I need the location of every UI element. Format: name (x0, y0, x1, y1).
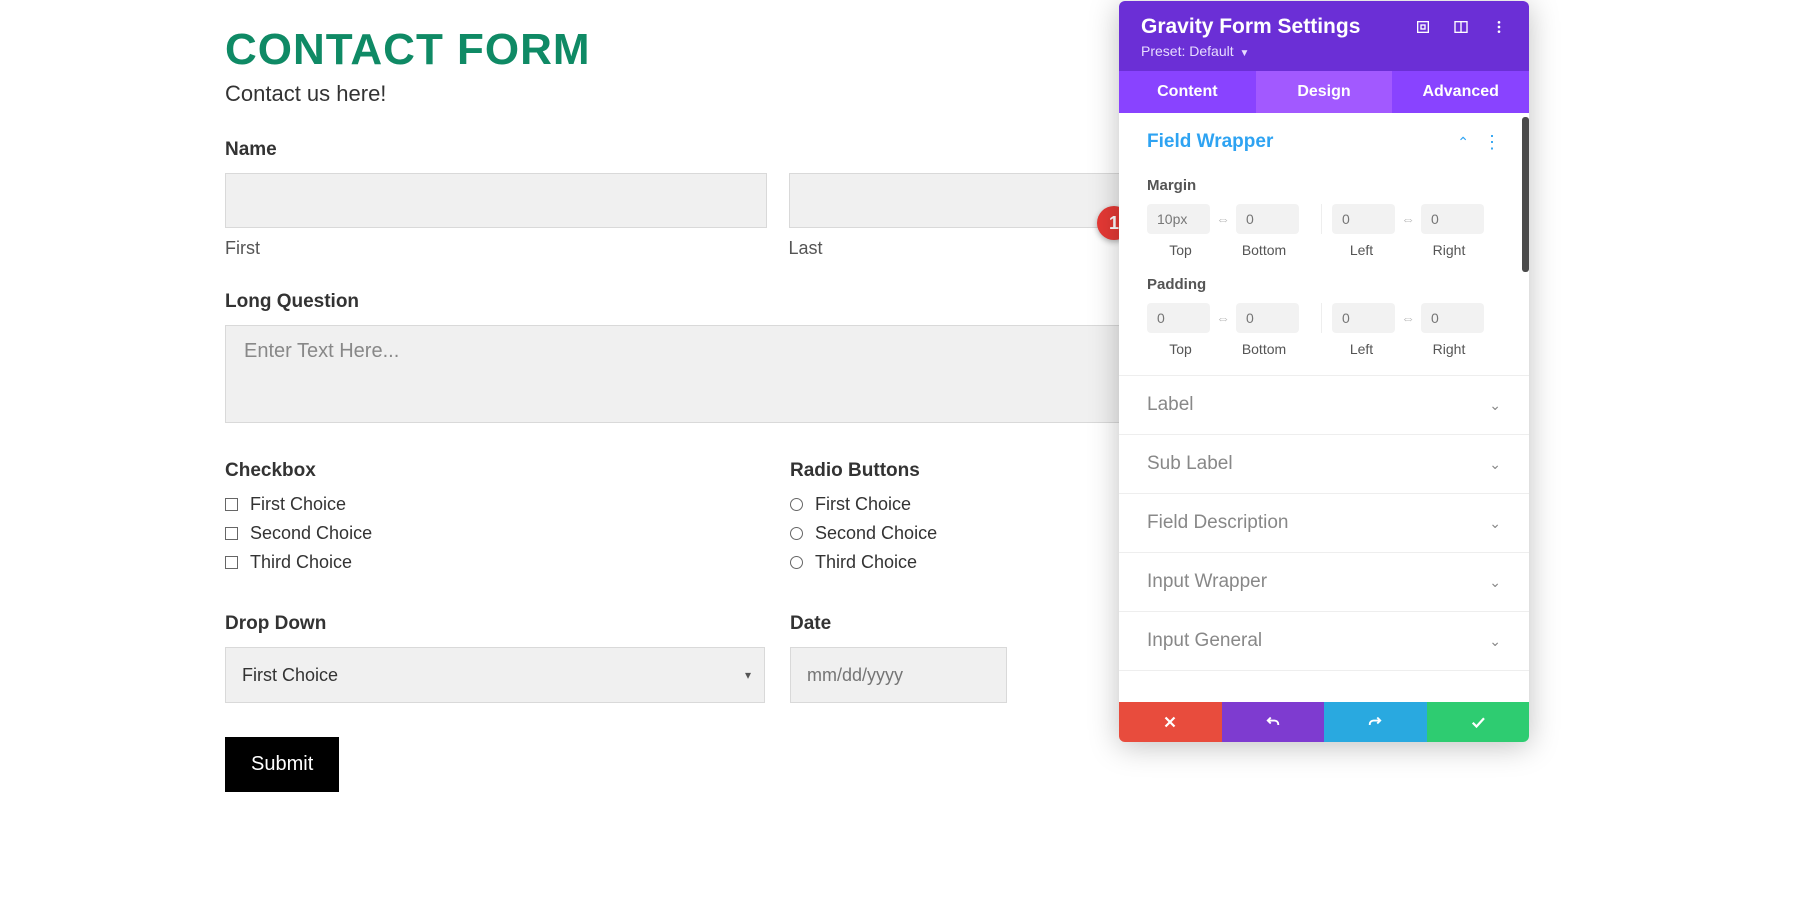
checkbox-option-label: Third Choice (250, 552, 352, 573)
section-field-wrapper: Field Wrapper ⌃ ⋮ Margin ⇔ (1119, 113, 1529, 376)
checkbox-icon (225, 498, 238, 511)
margin-left-input[interactable] (1332, 204, 1395, 234)
checkbox-option-label: Second Choice (250, 523, 372, 544)
checkbox-option[interactable]: Second Choice (225, 523, 790, 544)
link-icon[interactable]: ⇔ (1399, 310, 1417, 326)
chevron-down-icon: ▼ (1240, 48, 1250, 59)
margin-top-input[interactable] (1147, 204, 1210, 234)
preset-selector[interactable]: Preset: Default ▼ (1141, 43, 1507, 59)
scrollbar[interactable] (1522, 117, 1529, 272)
first-sub-label: First (225, 238, 767, 259)
checkbox-option[interactable]: Third Choice (225, 552, 790, 573)
tab-design[interactable]: Design (1256, 71, 1393, 113)
padding-label: Padding (1147, 276, 1501, 293)
panel-body: Field Wrapper ⌃ ⋮ Margin ⇔ (1119, 113, 1529, 702)
section-title: Sub Label (1147, 453, 1233, 475)
padding-left-sublabel: Left (1314, 341, 1409, 357)
radio-option-label: Second Choice (815, 523, 937, 544)
field-dropdown: Drop Down ▾ (225, 613, 790, 703)
chevron-down-icon: ⌄ (1489, 633, 1501, 650)
checkbox-icon (225, 527, 238, 540)
chevron-down-icon: ⌄ (1489, 456, 1501, 473)
padding-top-input[interactable] (1147, 303, 1210, 333)
annotation-badge-number: 1 (1109, 213, 1119, 234)
link-icon[interactable]: ⇔ (1214, 211, 1232, 227)
margin-bottom-input[interactable] (1236, 204, 1299, 234)
padding-right-input[interactable] (1421, 303, 1484, 333)
preset-label: Preset: Default (1141, 43, 1234, 59)
margin-right-sublabel: Right (1409, 242, 1489, 258)
redo-button[interactable] (1324, 702, 1427, 742)
section-title: Label (1147, 394, 1194, 416)
checkbox-option-label: First Choice (250, 494, 346, 515)
section-head-field-description[interactable]: Field Description ⌄ (1119, 494, 1529, 552)
save-button[interactable] (1427, 702, 1530, 742)
settings-panel: Gravity Form Settings Preset: Default ▼ … (1119, 1, 1529, 742)
columns-icon[interactable] (1453, 19, 1469, 35)
panel-header: Gravity Form Settings Preset: Default ▼ (1119, 1, 1529, 71)
field-checkbox: Checkbox First Choice Second Choice Thir… (225, 460, 790, 581)
radio-option-label: First Choice (815, 494, 911, 515)
section-head-label[interactable]: Label ⌄ (1119, 376, 1529, 434)
tab-advanced[interactable]: Advanced (1392, 71, 1529, 113)
chevron-down-icon: ⌄ (1489, 574, 1501, 591)
padding-right-sublabel: Right (1409, 341, 1489, 357)
section-title: Field Wrapper (1147, 131, 1273, 153)
panel-tabs: Content Design Advanced (1119, 71, 1529, 113)
chevron-up-icon: ⌃ (1457, 134, 1469, 151)
padding-bottom-sublabel: Bottom (1214, 341, 1314, 357)
margin-label: Margin (1147, 177, 1501, 194)
margin-top-sublabel: Top (1147, 242, 1214, 258)
padding-bottom-input[interactable] (1236, 303, 1299, 333)
link-icon[interactable]: ⇔ (1399, 211, 1417, 227)
more-icon[interactable] (1491, 19, 1507, 35)
checkbox-label: Checkbox (225, 460, 790, 482)
panel-footer (1119, 702, 1529, 742)
dropdown-label: Drop Down (225, 613, 790, 635)
section-title: Field Description (1147, 512, 1289, 534)
checkbox-option[interactable]: First Choice (225, 494, 790, 515)
tab-content[interactable]: Content (1119, 71, 1256, 113)
padding-top-sublabel: Top (1147, 341, 1214, 357)
radio-icon (790, 556, 803, 569)
padding-left-input[interactable] (1332, 303, 1395, 333)
undo-button[interactable] (1222, 702, 1325, 742)
section-head-sub-label[interactable]: Sub Label ⌄ (1119, 435, 1529, 493)
submit-button[interactable]: Submit (225, 737, 339, 792)
section-head-field-wrapper[interactable]: Field Wrapper ⌃ ⋮ (1119, 113, 1529, 171)
section-head-input-wrapper[interactable]: Input Wrapper ⌄ (1119, 553, 1529, 611)
expand-icon[interactable] (1415, 19, 1431, 35)
chevron-down-icon: ⌄ (1489, 515, 1501, 532)
more-icon[interactable]: ⋮ (1483, 133, 1501, 151)
section-title: Input General (1147, 630, 1262, 652)
cancel-button[interactable] (1119, 702, 1222, 742)
margin-bottom-sublabel: Bottom (1214, 242, 1314, 258)
link-icon[interactable]: ⇔ (1214, 310, 1232, 326)
radio-option-label: Third Choice (815, 552, 917, 573)
section-title: Input Wrapper (1147, 571, 1267, 593)
first-name-input[interactable] (225, 173, 767, 228)
radio-icon (790, 498, 803, 511)
dropdown-input[interactable] (225, 647, 765, 703)
checkbox-icon (225, 556, 238, 569)
margin-right-input[interactable] (1421, 204, 1484, 234)
chevron-down-icon: ⌄ (1489, 397, 1501, 414)
section-head-input-general[interactable]: Input General ⌄ (1119, 612, 1529, 670)
panel-title: Gravity Form Settings (1141, 15, 1360, 39)
radio-icon (790, 527, 803, 540)
date-input[interactable] (790, 647, 1007, 703)
margin-left-sublabel: Left (1314, 242, 1409, 258)
